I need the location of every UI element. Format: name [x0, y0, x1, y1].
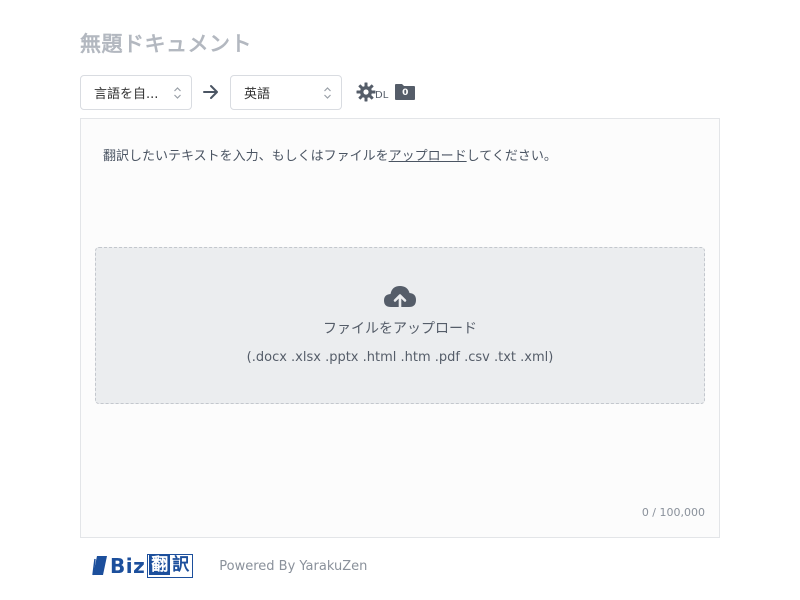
- select-chevron-icon: [324, 86, 331, 99]
- biz-honyaku-logo: Biz 翻訳: [92, 554, 194, 578]
- folder-count: 0: [402, 88, 409, 98]
- prompt-text-after: してください。: [466, 149, 557, 164]
- folder-button[interactable]: 0: [394, 83, 416, 101]
- arrow-right-icon: [192, 84, 230, 100]
- logo-kanji: 翻訳: [147, 554, 194, 578]
- toolbar: 言語を自... 英語 DL 0: [80, 74, 416, 110]
- download-settings-button[interactable]: DL: [356, 82, 388, 102]
- document-title[interactable]: 無題ドキュメント: [80, 28, 252, 58]
- input-prompt: 翻訳したいテキストを入力、もしくはファイルをアップロードしてください。: [103, 145, 557, 164]
- character-counter: 0 / 100,000: [641, 506, 705, 519]
- file-dropzone[interactable]: ファイルをアップロード (.docx .xlsx .pptx .html .ht…: [95, 247, 705, 404]
- footer: Biz 翻訳 Powered By YarakuZen: [92, 552, 367, 580]
- dropzone-title: ファイルをアップロード: [323, 321, 477, 337]
- prompt-text-before: 翻訳したいテキストを入力、もしくはファイルを: [103, 149, 389, 164]
- download-label: DL: [375, 90, 389, 101]
- source-language-select[interactable]: 言語を自...: [80, 74, 192, 110]
- logo-text: Biz: [110, 554, 146, 578]
- text-editor[interactable]: 翻訳したいテキストを入力、もしくはファイルをアップロードしてください。 ファイル…: [80, 118, 720, 538]
- upload-link[interactable]: アップロード: [389, 149, 467, 164]
- cloud-upload-icon: [384, 286, 416, 310]
- powered-by-text: Powered By YarakuZen: [219, 558, 368, 574]
- target-language-select[interactable]: 英語: [230, 74, 342, 110]
- target-language-value: 英語: [244, 86, 271, 102]
- source-language-value: 言語を自...: [94, 86, 159, 102]
- logo-kanji-yaku: 訳: [172, 555, 190, 575]
- select-chevron-icon: [174, 86, 181, 99]
- logo-kanji-honyaku: 翻: [149, 555, 171, 575]
- gear-icon: [356, 82, 376, 102]
- supported-formats: (.docx .xlsx .pptx .html .htm .pdf .csv …: [246, 350, 554, 365]
- book-logo-icon: [92, 556, 107, 576]
